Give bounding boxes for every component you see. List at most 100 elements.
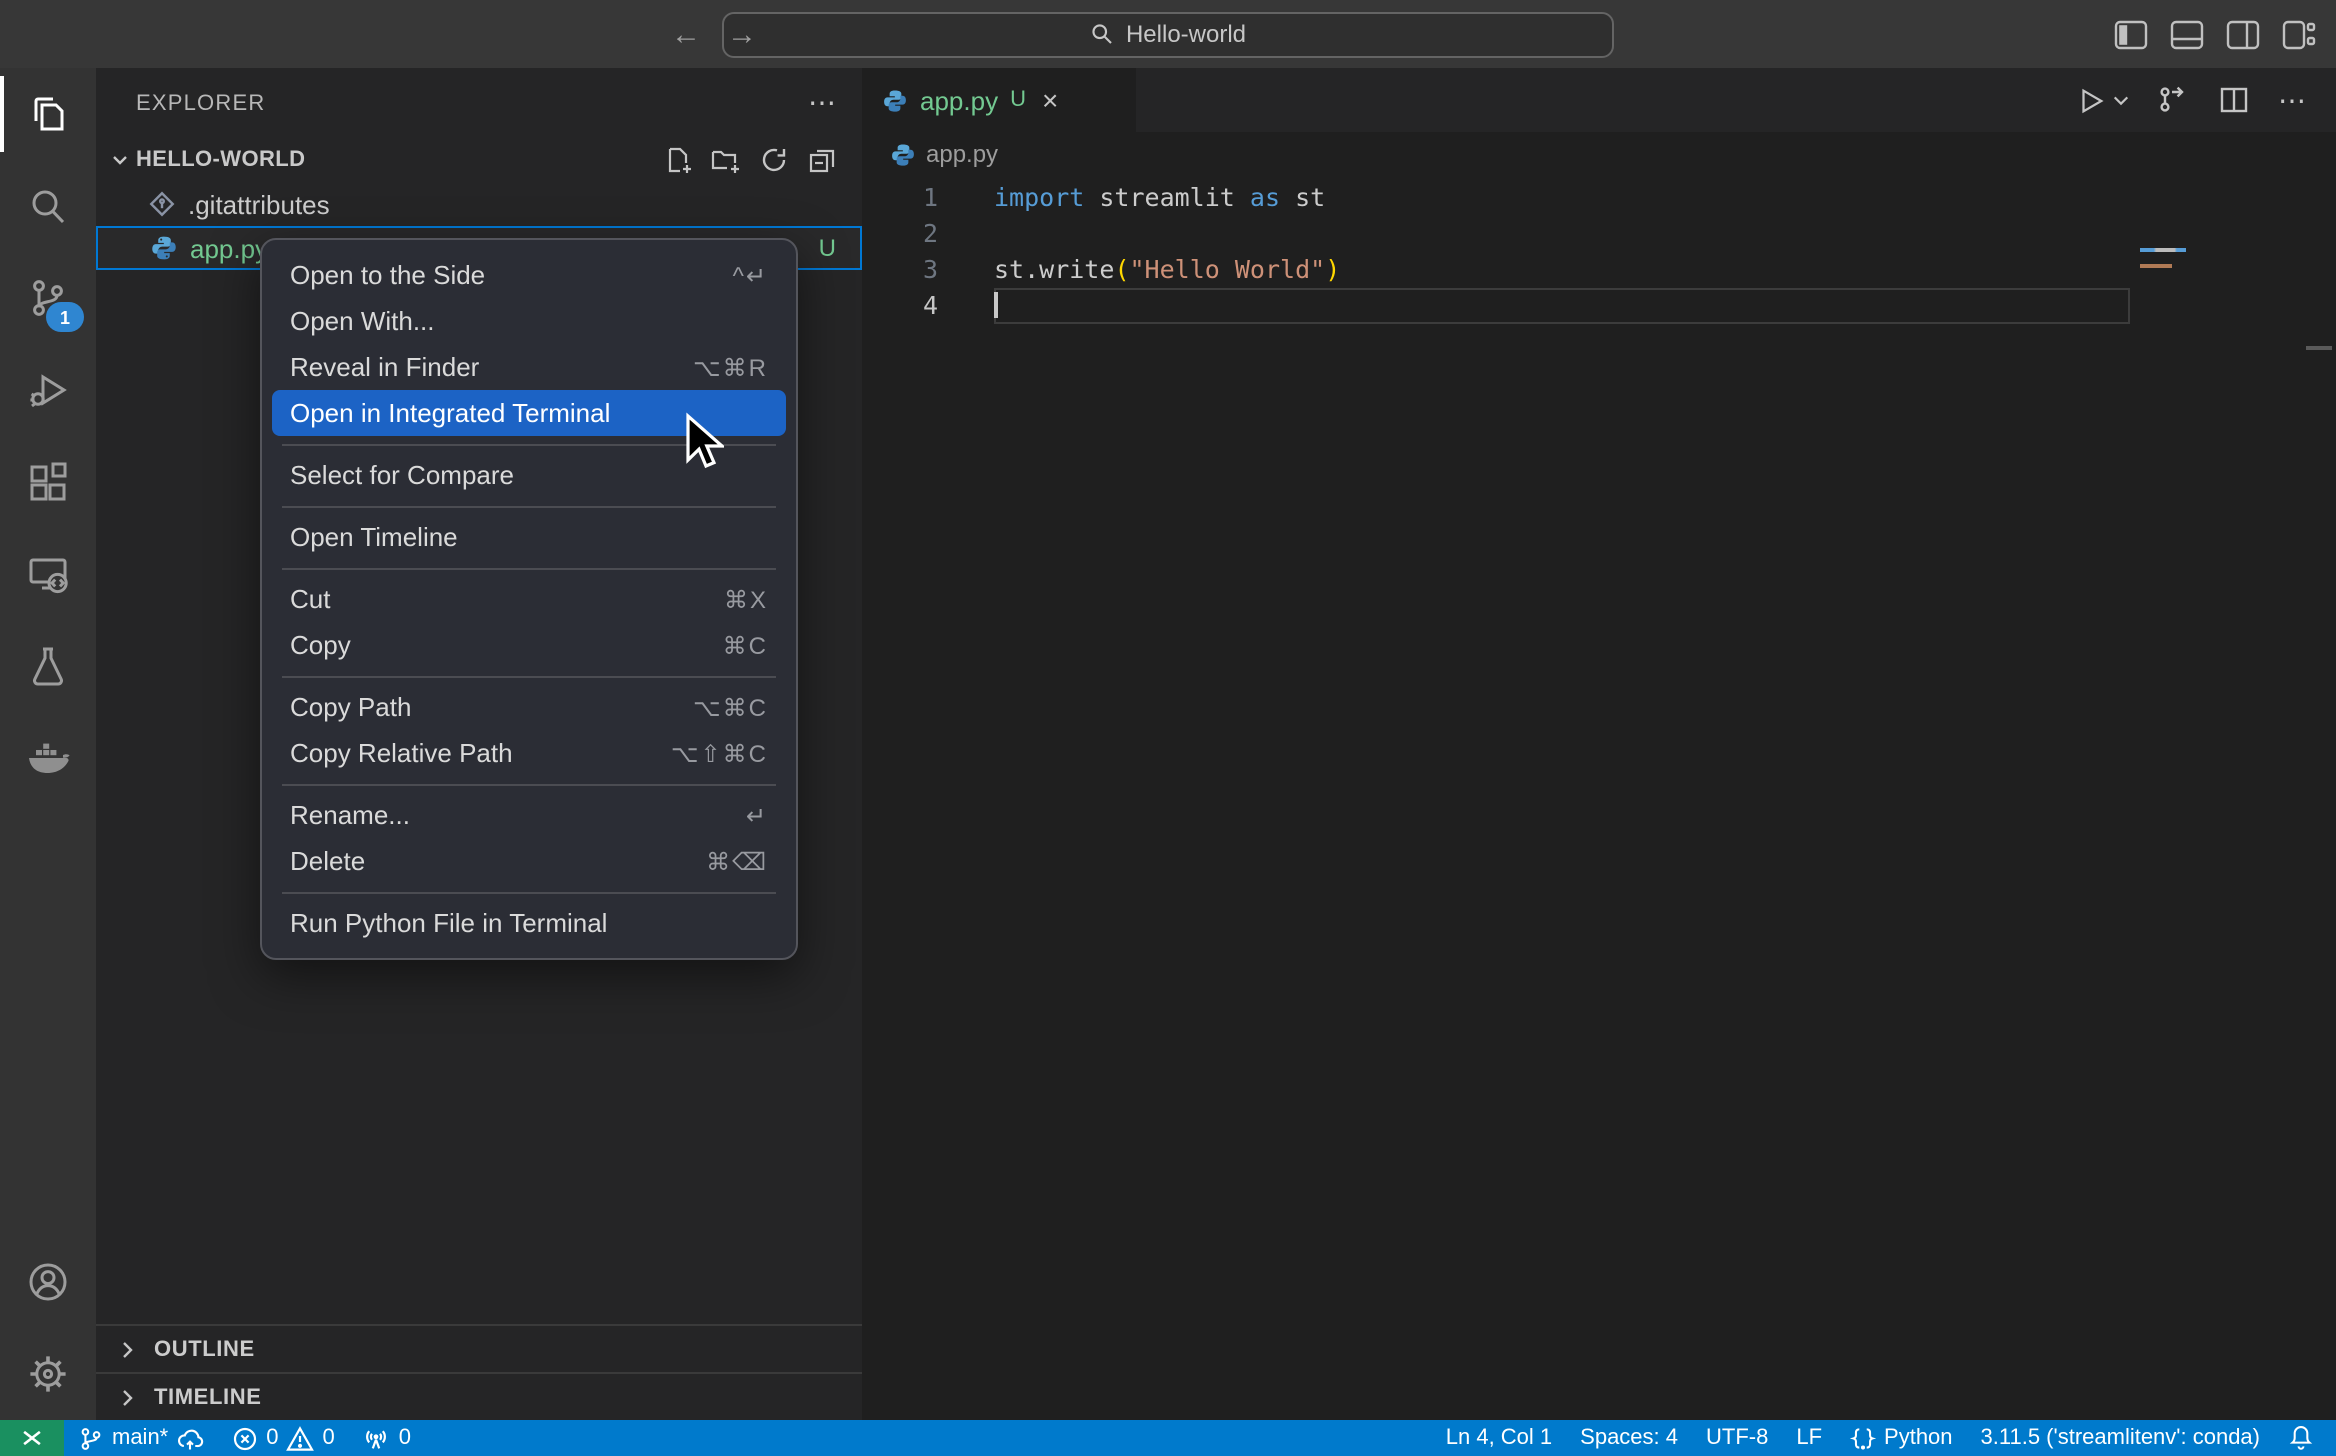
ports-status[interactable]: 0: [349, 1420, 425, 1456]
line-number-active: 4: [862, 288, 938, 324]
docker-icon[interactable]: [0, 712, 96, 804]
encoding-status[interactable]: UTF-8: [1692, 1420, 1782, 1456]
run-icon: [2076, 85, 2106, 115]
refresh-icon[interactable]: [758, 144, 790, 176]
indentation-status[interactable]: Spaces: 4: [1566, 1420, 1692, 1456]
open-changes-icon[interactable]: [2158, 84, 2190, 116]
command-center-search[interactable]: Hello-world: [722, 11, 1614, 57]
chevron-down-icon: [104, 144, 136, 176]
notifications-bell[interactable]: [2274, 1420, 2336, 1456]
menu-item-copy-relative-path[interactable]: Copy Relative Path⌥⇧⌘C: [272, 730, 786, 776]
split-editor-icon[interactable]: [2218, 84, 2250, 116]
python-interpreter-status[interactable]: 3.11.5 ('streamlitenv': conda): [1967, 1420, 2274, 1456]
text-caret: [994, 292, 997, 318]
editor-group: app.py U ×: [862, 68, 2336, 1420]
warnings-count: 0: [323, 1426, 335, 1450]
line-number: 2: [862, 216, 938, 252]
customize-layout-icon[interactable]: [2280, 18, 2316, 50]
mouse-cursor: [680, 412, 724, 472]
explorer-more-actions-icon[interactable]: ⋯: [808, 86, 838, 120]
back-arrow-icon[interactable]: ←: [668, 16, 704, 52]
tab-app-py[interactable]: app.py U ×: [862, 68, 1136, 132]
git-status-badge: U: [819, 234, 860, 262]
tab-dirty-indicator: U: [1010, 88, 1026, 112]
bell-icon: [2288, 1424, 2314, 1452]
menu-separator: [282, 891, 776, 893]
python-file-icon: [150, 234, 178, 262]
problems-status[interactable]: 0 0: [218, 1420, 349, 1456]
current-line-highlight: [994, 288, 2130, 324]
minimap[interactable]: [2140, 248, 2186, 268]
menu-item-delete[interactable]: Delete⌘⌫: [272, 838, 786, 884]
folder-name: HELLO-WORLD: [136, 148, 305, 172]
close-icon[interactable]: ×: [1042, 84, 1058, 116]
menu-separator: [282, 505, 776, 507]
context-menu: Open to the Side^↵ Open With... Reveal i…: [260, 238, 798, 960]
menu-item-run-python-file-in-terminal[interactable]: Run Python File in Terminal: [272, 900, 786, 946]
settings-gear-icon[interactable]: [0, 1328, 96, 1420]
cursor-position-status[interactable]: Ln 4, Col 1: [1432, 1420, 1566, 1456]
forward-arrow-icon[interactable]: →: [724, 16, 760, 52]
ports-broadcast-icon: [363, 1425, 391, 1451]
file-name: .gitattributes: [188, 189, 330, 219]
menu-item-rename[interactable]: Rename...↵: [272, 792, 786, 838]
line-number: 1: [862, 180, 938, 216]
branch-icon: [78, 1425, 104, 1451]
tab-label: app.py: [920, 85, 998, 115]
code-line-3: st.write("Hello World"): [994, 252, 1340, 288]
toggle-panel-icon[interactable]: [2168, 18, 2204, 50]
source-control-badge: 1: [46, 302, 84, 332]
explorer-title: EXPLORER: [136, 91, 265, 115]
breadcrumb[interactable]: app.py: [862, 132, 2336, 176]
menu-item-copy-path[interactable]: Copy Path⌥⌘C: [272, 684, 786, 730]
tab-bar: app.py U ×: [862, 68, 2336, 132]
code-line-1: import streamlit as st: [994, 180, 1325, 216]
panel-outline[interactable]: OUTLINE: [96, 1324, 862, 1372]
braces-icon: [1850, 1425, 1876, 1451]
remote-indicator[interactable]: [0, 1420, 64, 1456]
accounts-icon[interactable]: [0, 1236, 96, 1328]
publish-cloud-icon: [176, 1425, 204, 1451]
menu-item-copy[interactable]: Copy⌘C: [272, 622, 786, 668]
extensions-icon[interactable]: [0, 436, 96, 528]
panel-label: OUTLINE: [154, 1337, 255, 1361]
vscode-window: ← → Hello-world: [0, 0, 2336, 1456]
new-file-icon[interactable]: [662, 144, 694, 176]
file-name: app.py: [190, 233, 268, 263]
panel-label: TIMELINE: [154, 1385, 261, 1409]
menu-item-cut[interactable]: Cut⌘X: [272, 576, 786, 622]
git-branch-status[interactable]: main*: [64, 1420, 218, 1456]
activity-bar: 1: [0, 68, 96, 1420]
menu-item-open-to-the-side[interactable]: Open to the Side^↵: [272, 252, 786, 298]
menu-item-reveal-in-finder[interactable]: Reveal in Finder⌥⌘R: [272, 344, 786, 390]
remote-explorer-icon[interactable]: [0, 528, 96, 620]
run-python-file-button[interactable]: [2076, 85, 2130, 115]
chevron-right-icon: [112, 1333, 144, 1365]
split-editor-right-icon[interactable]: [2224, 18, 2260, 50]
language-mode-status[interactable]: Python: [1836, 1420, 1967, 1456]
editor-more-actions-icon[interactable]: ⋯: [2278, 83, 2308, 117]
python-file-icon: [882, 87, 908, 113]
title-bar: ← → Hello-world: [0, 0, 2336, 68]
panel-timeline[interactable]: TIMELINE: [96, 1372, 862, 1420]
errors-count: 0: [266, 1426, 278, 1450]
run-dropdown-chevron-icon: [2112, 91, 2130, 109]
run-debug-icon[interactable]: [0, 344, 96, 436]
overview-ruler-marker: [2306, 346, 2332, 350]
source-control-icon[interactable]: 1: [0, 252, 96, 344]
search-icon: [1090, 22, 1114, 46]
eol-status[interactable]: LF: [1782, 1420, 1836, 1456]
search-sidebar-icon[interactable]: [0, 160, 96, 252]
menu-separator: [282, 783, 776, 785]
toggle-sidebar-icon[interactable]: [2112, 18, 2148, 50]
status-bar: main* 0 0 0 Ln 4, Col 1: [0, 1420, 2336, 1456]
new-folder-icon[interactable]: [710, 144, 742, 176]
code-editor[interactable]: 1 2 3 4 import streamlit as st st.write(…: [862, 176, 2336, 1420]
menu-item-open-with[interactable]: Open With...: [272, 298, 786, 344]
testing-icon[interactable]: [0, 620, 96, 712]
explorer-icon[interactable]: [0, 68, 96, 160]
menu-item-open-timeline[interactable]: Open Timeline: [272, 514, 786, 560]
file-row-gitattributes[interactable]: .gitattributes: [96, 182, 862, 226]
folder-row-hello-world[interactable]: HELLO-WORLD: [96, 138, 862, 182]
collapse-folders-icon[interactable]: [806, 144, 838, 176]
